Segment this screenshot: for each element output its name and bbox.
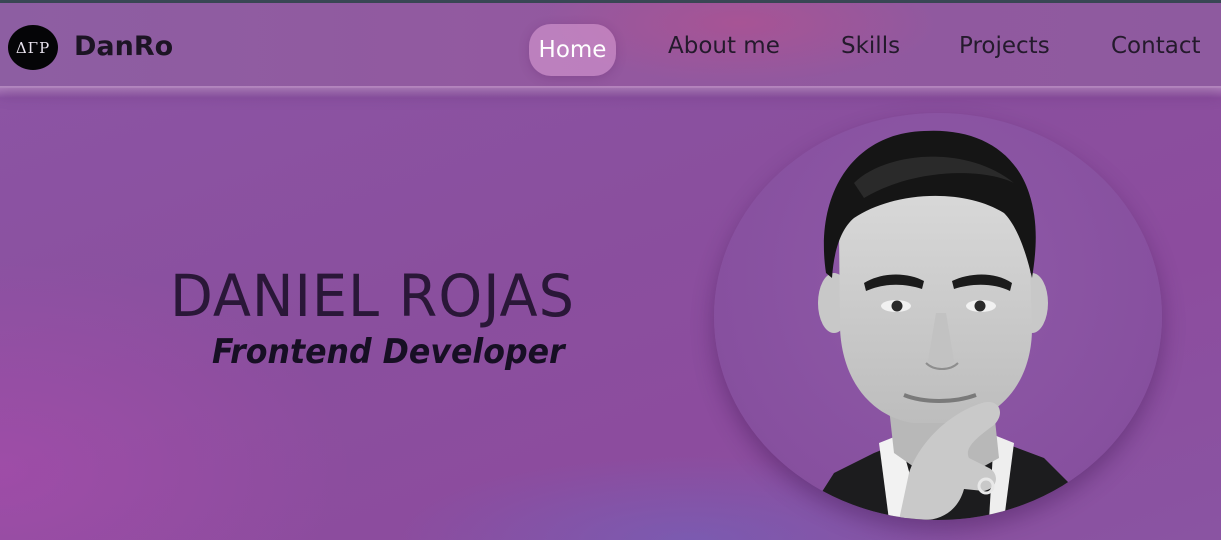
navbar-shadow xyxy=(0,86,1221,98)
logo[interactable]: ΔΓΡ xyxy=(8,25,58,70)
nav-about-me[interactable]: About me xyxy=(668,33,780,59)
nav-home[interactable]: Home xyxy=(529,24,616,76)
logo-text: ΔΓΡ xyxy=(15,38,51,57)
profile-photo xyxy=(714,113,1162,520)
brand-name[interactable]: DanRo xyxy=(74,31,173,62)
hero-role: Frontend Developer xyxy=(212,332,565,372)
nav-projects[interactable]: Projects xyxy=(959,33,1050,59)
nav-contact[interactable]: Contact xyxy=(1111,33,1200,59)
nav-skills[interactable]: Skills xyxy=(841,33,900,59)
hero-name: DANIEL ROJAS xyxy=(170,262,575,330)
profile-photo-illustration xyxy=(804,130,1094,520)
navbar: ΔΓΡ DanRo Home About me Skills Projects … xyxy=(0,3,1221,88)
